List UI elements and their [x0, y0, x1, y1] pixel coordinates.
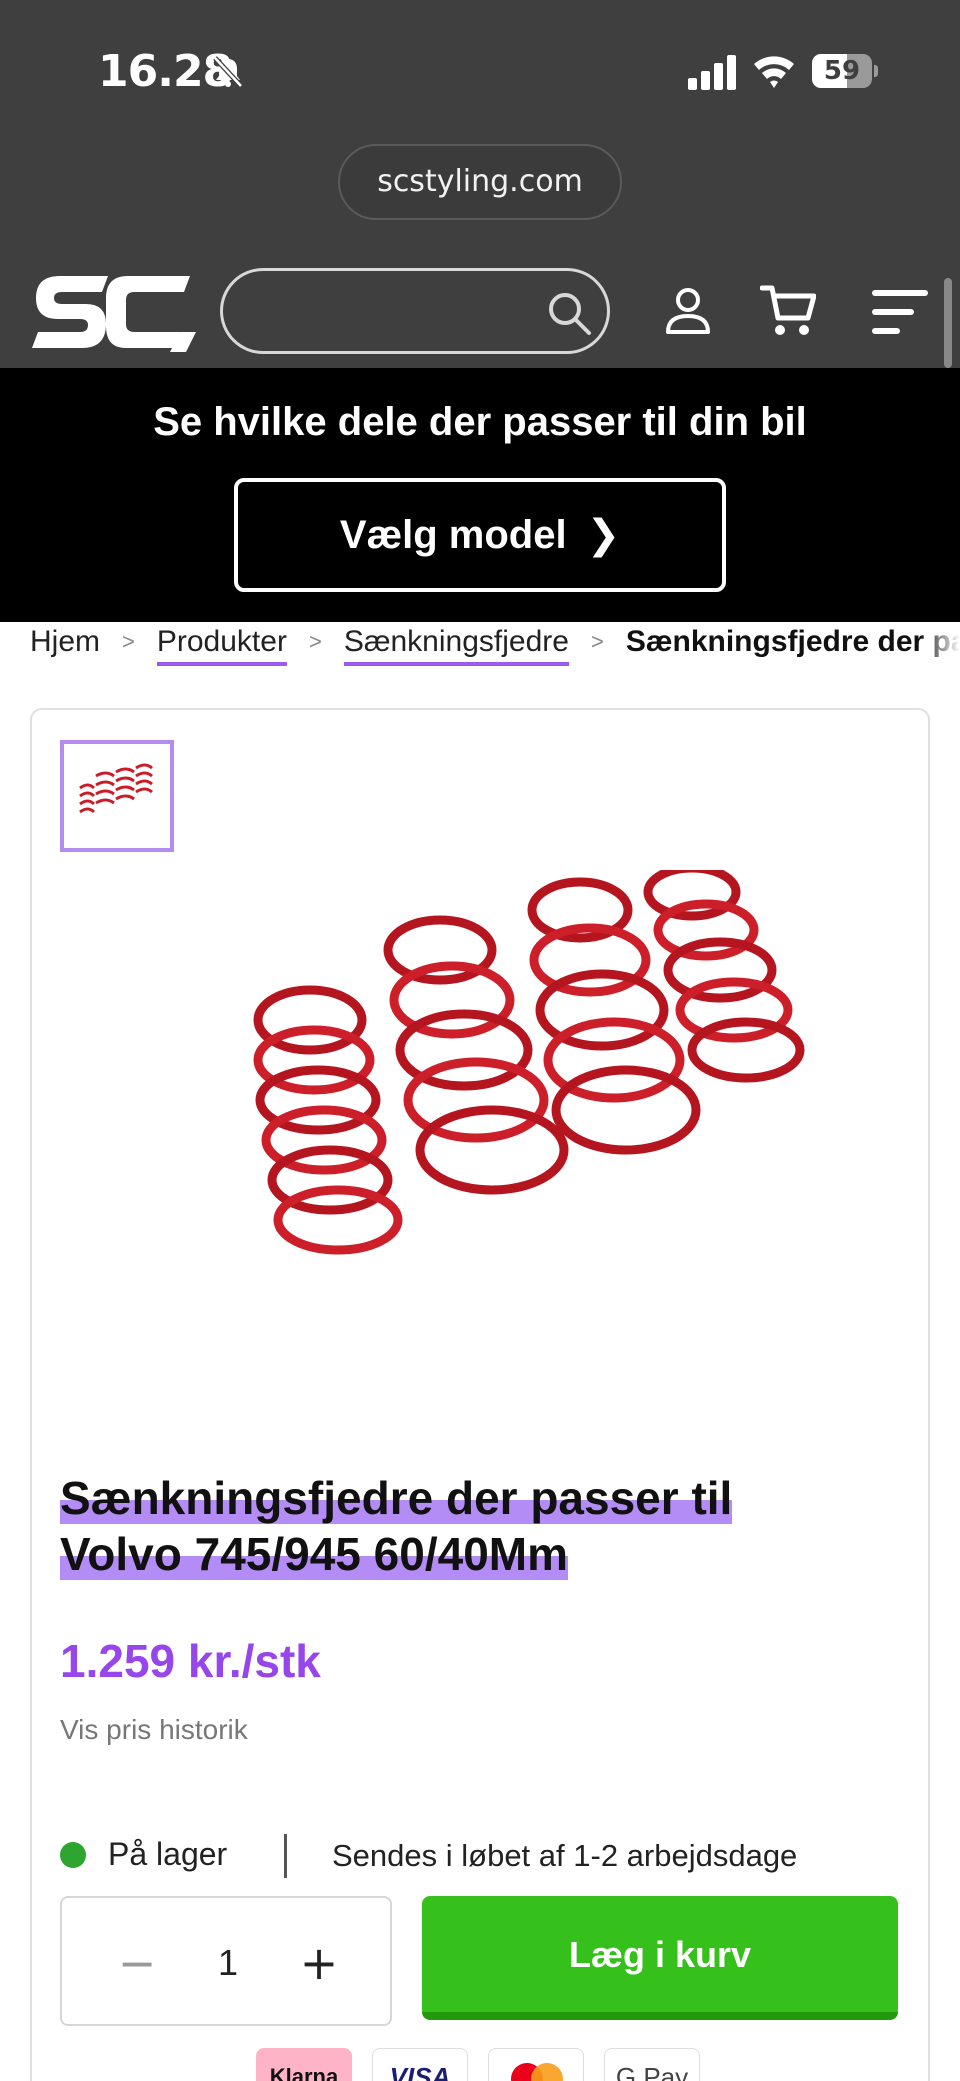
- scrollbar[interactable]: [944, 278, 952, 368]
- bell-slash-icon: [213, 56, 243, 88]
- breadcrumb-separator: >: [590, 629, 604, 654]
- breadcrumb-separator: >: [308, 629, 322, 654]
- product-thumbnail[interactable]: [60, 740, 174, 852]
- shipping-info: Sendes i løbet af 1-2 arbejdsdage: [332, 1838, 798, 1873]
- quantity-stepper: − 1 +: [60, 1896, 392, 2026]
- search-icon[interactable]: [545, 289, 593, 337]
- product-title-line1: Sænkningsfjedre der passer til: [60, 1472, 733, 1524]
- breadcrumb-products[interactable]: Produkter: [156, 622, 287, 666]
- breadcrumb-home[interactable]: Hjem: [30, 622, 100, 662]
- search-input[interactable]: [220, 268, 610, 354]
- breadcrumb-separator: >: [122, 629, 135, 654]
- site-logo[interactable]: [30, 268, 200, 354]
- payment-klarna: Klarna: [256, 2048, 352, 2081]
- select-model-button[interactable]: Vælg model ❯: [234, 478, 726, 592]
- quantity-increase-button[interactable]: +: [284, 1928, 354, 1998]
- cellular-signal-icon: [688, 55, 736, 90]
- breadcrumb-fade: [920, 622, 960, 678]
- select-model-label: Vælg model: [339, 513, 567, 557]
- product-price: 1.259 kr./stk: [60, 1635, 321, 1687]
- product-title-line2: Volvo 745/945 60/40Mm: [60, 1528, 568, 1580]
- divider: [284, 1834, 287, 1878]
- quantity-input[interactable]: 1: [192, 1928, 264, 1998]
- cart-icon[interactable]: [760, 282, 816, 338]
- price-history-link[interactable]: Vis pris historik: [60, 1714, 248, 1746]
- add-to-cart-button[interactable]: Læg i kurv: [422, 1896, 898, 2020]
- wifi-icon: [754, 56, 794, 88]
- product-image-lowering-springs: [253, 870, 805, 1255]
- breadcrumb-current: Sænkningsfjedre der passer til Volvo 745…: [625, 625, 960, 658]
- url-bar[interactable]: scstyling.com: [338, 144, 622, 220]
- chevron-right-icon: ❯: [586, 512, 621, 558]
- mastercard-logo: [511, 2063, 563, 2081]
- promo-title: Se hvilke dele der passer til din bil: [153, 400, 807, 444]
- payment-mastercard: [488, 2048, 584, 2081]
- quantity-decrease-button[interactable]: −: [102, 1928, 172, 1998]
- breadcrumb-lowering-springs[interactable]: Sænkningsfjedre: [343, 622, 569, 666]
- payment-visa: VISA: [372, 2048, 468, 2081]
- battery-level: 59: [823, 56, 861, 86]
- stock-status: På lager: [108, 1836, 228, 1872]
- user-icon[interactable]: [664, 286, 712, 336]
- product-title: Sænkningsfjedre der passer til Volvo 745…: [60, 1470, 880, 1582]
- in-stock-indicator-icon: [60, 1842, 86, 1868]
- payment-google-pay: G Pay: [604, 2048, 700, 2081]
- menu-icon[interactable]: [872, 288, 928, 336]
- breadcrumb: Hjem > Produkter > Sænkningsfjedre > Sænknings…: [30, 622, 960, 678]
- battery-icon: 59: [812, 54, 878, 88]
- thumbnail-image: [79, 763, 153, 814]
